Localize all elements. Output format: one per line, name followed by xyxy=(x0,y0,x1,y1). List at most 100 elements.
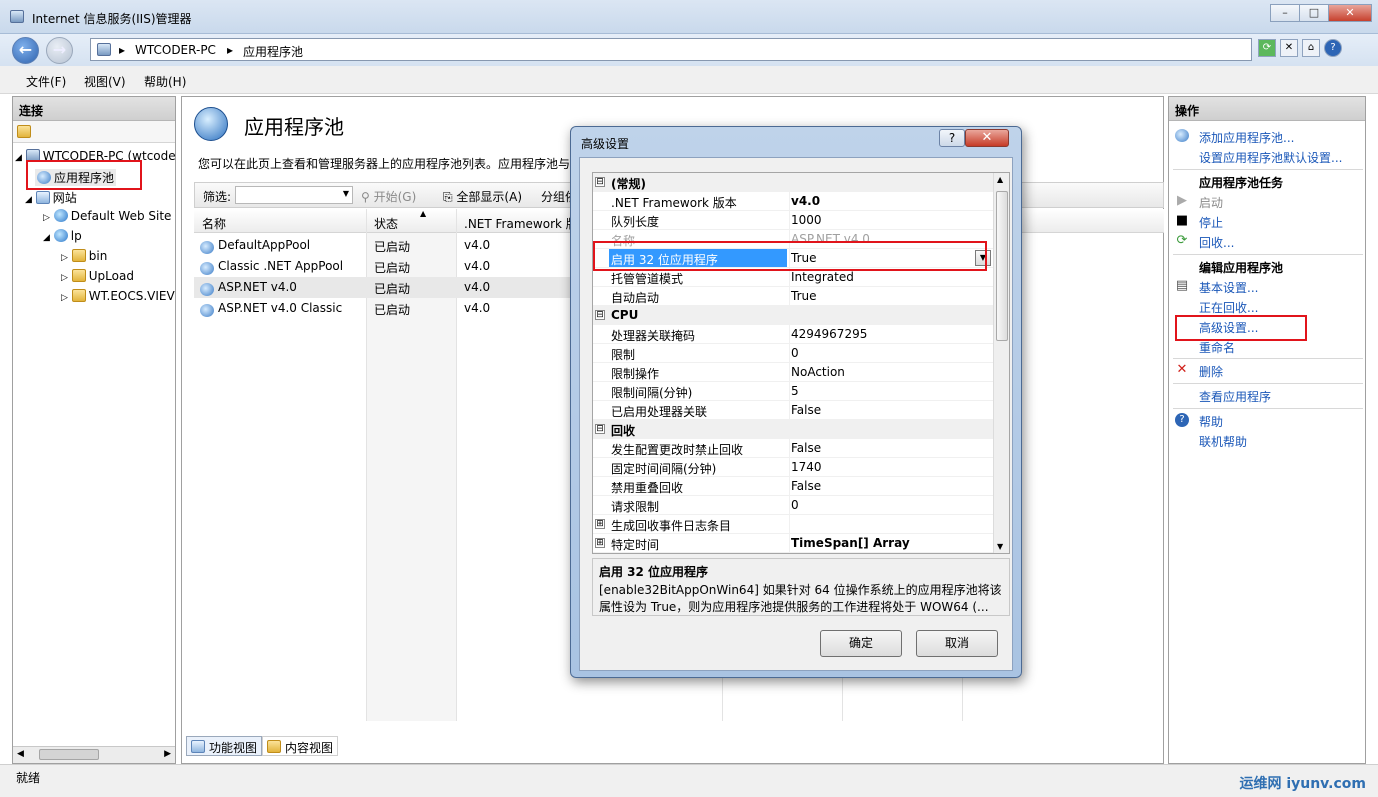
collapse-icon[interactable]: ◢ xyxy=(25,195,32,205)
property-row[interactable]: 固定时间间隔(分钟) 1740 xyxy=(593,458,993,477)
address-box[interactable]: ▸ WTCODER-PC ▸ 应用程序池 xyxy=(90,38,1252,61)
tree-bin[interactable]: ▷ bin xyxy=(61,249,107,263)
cancel-button[interactable]: 取消 xyxy=(916,630,998,657)
property-value[interactable]: False xyxy=(791,441,821,455)
property-category[interactable]: ⊟ 回收 xyxy=(593,420,993,439)
column-status[interactable]: 状态 xyxy=(374,215,398,232)
property-category[interactable]: ⊟ (常规) xyxy=(593,173,993,192)
expand-icon[interactable]: ▷ xyxy=(43,213,50,223)
property-row[interactable]: 限制间隔(分钟) 5 xyxy=(593,382,993,401)
rename-link[interactable]: 重命名 xyxy=(1199,339,1235,356)
property-value[interactable]: NoAction xyxy=(791,365,845,379)
forward-button[interactable]: → xyxy=(46,37,73,64)
property-row[interactable]: 请求限制 0 xyxy=(593,496,993,515)
property-row[interactable]: 限制 0 xyxy=(593,344,993,363)
property-row[interactable]: 自动启动 True xyxy=(593,287,993,306)
tree-upload[interactable]: ▷ UpLoad xyxy=(61,269,134,283)
ok-button[interactable]: 确定 xyxy=(820,630,902,657)
stop-link[interactable]: 停止 xyxy=(1199,214,1223,231)
column-framework[interactable]: .NET Framework 版 xyxy=(464,215,578,232)
stop-icon[interactable]: ✕ xyxy=(1280,39,1298,57)
scroll-thumb[interactable] xyxy=(39,749,99,760)
set-defaults-link[interactable]: 设置应用程序池默认设置... xyxy=(1199,149,1342,166)
dialog-close-button[interactable]: ✕ xyxy=(965,129,1009,147)
property-value[interactable]: 0 xyxy=(791,498,799,512)
horizontal-scrollbar[interactable]: ◀ ▶ xyxy=(13,746,175,763)
menu-view[interactable]: 视图(V) xyxy=(84,73,126,90)
property-row[interactable]: 发生配置更改时禁止回收 False xyxy=(593,439,993,458)
property-value[interactable]: 5 xyxy=(791,384,799,398)
breadcrumb-server[interactable]: WTCODER-PC xyxy=(135,43,216,57)
tree-sites[interactable]: ◢ 网站 xyxy=(25,189,77,206)
tree-wt-eocs[interactable]: ▷ WT.EOCS.VIEV xyxy=(61,289,175,303)
vertical-scrollbar[interactable]: ▲ ▼ xyxy=(993,173,1009,553)
home-icon[interactable]: ⌂ xyxy=(1302,39,1320,57)
view-apps-link[interactable]: 查看应用程序 xyxy=(1199,388,1271,405)
collapse-icon[interactable]: ⊟ xyxy=(595,310,605,320)
tree-lp[interactable]: ◢ lp xyxy=(43,229,82,243)
scroll-left-icon[interactable]: ◀ xyxy=(17,749,24,759)
show-all-button[interactable]: ⎘ 全部显示(A) xyxy=(443,188,522,205)
column-name[interactable]: 名称 xyxy=(202,215,226,232)
property-row[interactable]: 禁用重叠回收 False xyxy=(593,477,993,496)
delete-link[interactable]: 删除 xyxy=(1199,363,1223,380)
close-button[interactable]: ✕ xyxy=(1328,4,1372,22)
menu-file[interactable]: 文件(F) xyxy=(26,73,66,90)
property-value[interactable]: 1740 xyxy=(791,460,822,474)
collapse-icon[interactable]: ⊟ xyxy=(595,424,605,434)
tab-content-view[interactable]: 内容视图 xyxy=(262,736,339,756)
collapse-icon[interactable]: ⊟ xyxy=(595,177,605,187)
property-row[interactable]: 队列长度 1000 xyxy=(593,211,993,230)
property-row[interactable]: .NET Framework 版本 v4.0 xyxy=(593,192,993,211)
property-value[interactable]: False xyxy=(791,403,821,417)
expand-icon[interactable]: ⊞ xyxy=(595,519,605,529)
property-value[interactable]: 0 xyxy=(791,346,799,360)
recycling-link[interactable]: 正在回收... xyxy=(1199,299,1258,316)
property-row[interactable]: ⊞ 生成回收事件日志条目 xyxy=(593,515,993,534)
scroll-right-icon[interactable]: ▶ xyxy=(164,749,171,759)
property-value[interactable]: 4294967295 xyxy=(791,327,867,341)
property-category[interactable]: ⊟ CPU xyxy=(593,306,993,325)
menu-help[interactable]: 帮助(H) xyxy=(144,73,186,90)
recycle-link[interactable]: 回收... xyxy=(1199,234,1234,251)
expand-icon[interactable]: ▷ xyxy=(61,253,68,263)
basic-settings-link[interactable]: 基本设置... xyxy=(1199,279,1258,296)
scroll-thumb[interactable] xyxy=(996,191,1008,341)
property-value[interactable]: False xyxy=(791,479,821,493)
property-value[interactable]: TimeSpan[] Array xyxy=(791,536,910,550)
folder-icon xyxy=(71,289,86,302)
expand-icon[interactable]: ▷ xyxy=(61,273,68,283)
start-button[interactable]: ⚲ 开始(G) xyxy=(361,188,416,205)
back-button[interactable]: ← xyxy=(12,37,39,64)
add-app-pool-link[interactable]: 添加应用程序池... xyxy=(1199,129,1294,146)
collapse-icon[interactable]: ◢ xyxy=(15,153,22,163)
property-value[interactable]: True xyxy=(791,289,817,303)
collapse-icon[interactable]: ◢ xyxy=(43,233,50,243)
online-help-link[interactable]: 联机帮助 xyxy=(1199,433,1247,450)
property-value[interactable]: Integrated xyxy=(791,270,854,284)
expand-icon[interactable]: ▷ xyxy=(61,293,68,303)
filter-input[interactable]: ▼ xyxy=(235,186,353,204)
globe-icon xyxy=(53,229,68,242)
breadcrumb-app-pools[interactable]: 应用程序池 xyxy=(243,43,303,60)
connect-icon[interactable] xyxy=(17,125,31,138)
property-row[interactable]: ⊞ 特定时间 TimeSpan[] Array xyxy=(593,534,993,553)
start-link[interactable]: 启动 xyxy=(1199,194,1223,211)
refresh-icon[interactable]: ⟳ xyxy=(1258,39,1276,57)
property-value[interactable]: 1000 xyxy=(791,213,822,227)
expand-icon[interactable]: ⊞ xyxy=(595,538,605,548)
property-row[interactable]: 处理器关联掩码 4294967295 xyxy=(593,325,993,344)
dialog-help-button[interactable]: ? xyxy=(939,129,965,147)
help-icon[interactable]: ? xyxy=(1324,39,1342,57)
tab-features-view[interactable]: 功能视图 xyxy=(186,736,263,756)
property-row[interactable]: 限制操作 NoAction xyxy=(593,363,993,382)
scroll-up-icon[interactable]: ▲ xyxy=(997,175,1003,184)
property-row[interactable]: 已启用处理器关联 False xyxy=(593,401,993,420)
tree-default-web-site[interactable]: ▷ Default Web Site xyxy=(43,209,171,223)
property-value[interactable]: v4.0 xyxy=(791,194,820,208)
scroll-down-icon[interactable]: ▼ xyxy=(997,542,1003,551)
chevron-down-icon[interactable]: ▼ xyxy=(343,189,349,198)
maximize-button[interactable]: □ xyxy=(1299,4,1329,22)
help-link[interactable]: 帮助 xyxy=(1199,413,1223,430)
minimize-button[interactable]: – xyxy=(1270,4,1300,22)
